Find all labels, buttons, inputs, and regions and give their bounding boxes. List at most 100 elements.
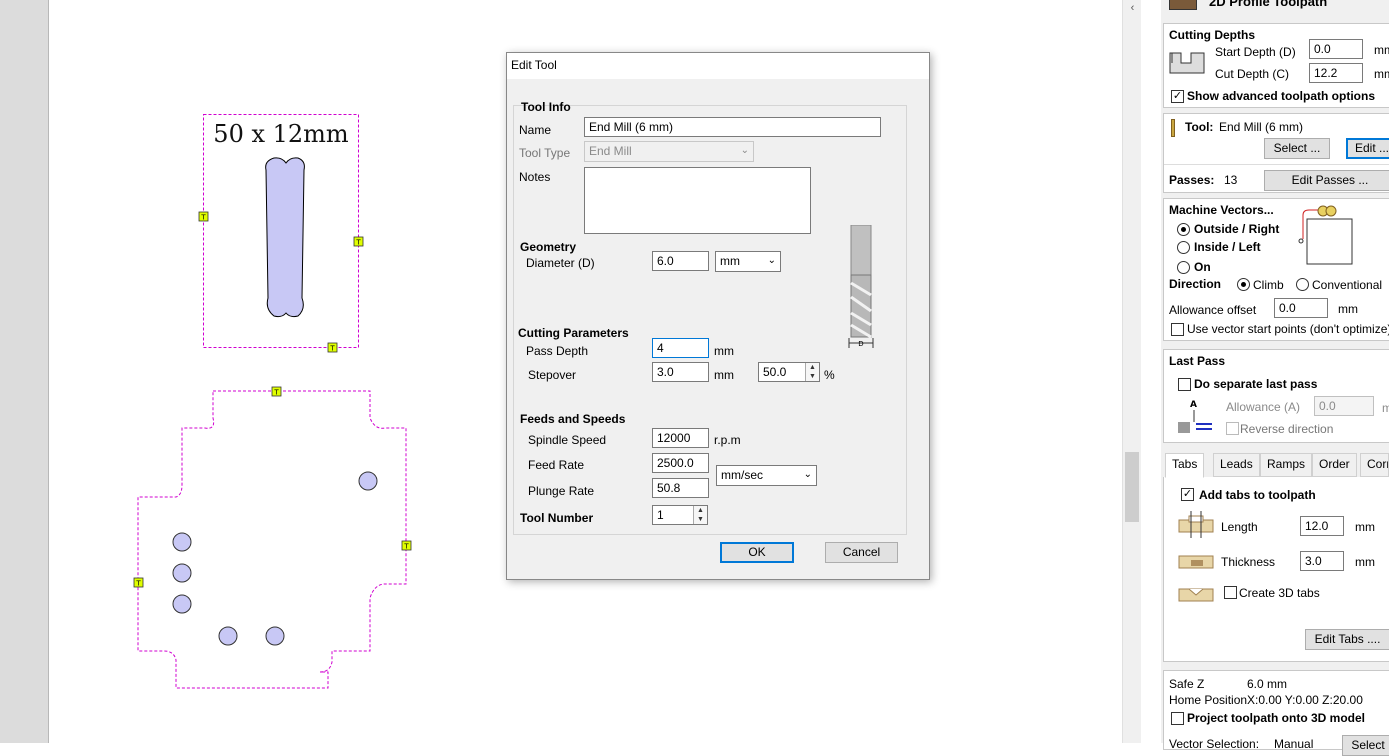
toolpath-options-tabs: Tabs Leads Ramps Order Corners xyxy=(1163,453,1389,478)
hole-circle[interactable] xyxy=(172,563,192,583)
feeds-speeds-heading: Feeds and Speeds xyxy=(520,412,626,426)
show-advanced-label: Show advanced toolpath options xyxy=(1187,89,1376,103)
stepover-percent-value: 50.0 xyxy=(763,365,787,379)
project-toolpath-label: Project toolpath onto 3D model xyxy=(1187,711,1366,725)
tab-order[interactable]: Order xyxy=(1312,453,1357,477)
scroll-left-arrow-icon[interactable]: ‹ xyxy=(1126,2,1139,16)
safe-z-value: 6.0 mm xyxy=(1247,677,1288,691)
ok-button[interactable]: OK xyxy=(720,542,794,563)
pass-depth-label: Pass Depth xyxy=(526,344,589,358)
cut-depth-input[interactable]: 12.2 xyxy=(1309,63,1363,83)
last-pass-heading: Last Pass xyxy=(1169,354,1226,368)
spinner-icon[interactable]: ▲ ▼ xyxy=(693,506,707,524)
edit-passes-button[interactable]: Edit Passes ... xyxy=(1264,170,1389,191)
tab-leads[interactable]: Leads xyxy=(1213,453,1260,477)
separate-last-pass-checkbox[interactable] xyxy=(1178,378,1191,391)
diameter-input[interactable]: 6.0 xyxy=(652,251,709,271)
tool-type-select[interactable]: End Mill ⌄ xyxy=(584,141,754,162)
tab-length-input[interactable]: 12.0 xyxy=(1300,516,1344,536)
slot-shape[interactable] xyxy=(265,157,305,318)
tool-label: Tool: xyxy=(1185,120,1214,134)
tab-corners[interactable]: Corners xyxy=(1360,453,1389,477)
add-tabs-label: Add tabs to toolpath xyxy=(1199,488,1316,502)
left-toolbar-strip xyxy=(0,0,49,743)
pass-depth-input[interactable]: 4 xyxy=(652,338,709,358)
depth-diagram-icon xyxy=(1169,52,1205,74)
tab-marker[interactable]: T xyxy=(327,342,338,353)
allowance-offset-unit: mm xyxy=(1338,302,1358,316)
edit-tabs-button[interactable]: Edit Tabs .... xyxy=(1305,629,1389,650)
vector-select-button[interactable]: Select xyxy=(1342,735,1389,756)
edit-tool-button[interactable]: Edit ... xyxy=(1346,138,1389,159)
inside-left-radio[interactable] xyxy=(1177,241,1190,254)
hole-circle[interactable] xyxy=(265,626,285,646)
last-pass-diagram-icon: A xyxy=(1178,400,1212,433)
svg-text:T: T xyxy=(329,345,335,353)
cancel-button[interactable]: Cancel xyxy=(825,542,898,563)
rate-unit-select[interactable]: mm/sec ⌄ xyxy=(716,465,817,486)
cutting-depths-heading: Cutting Depths xyxy=(1169,28,1255,42)
tab-marker[interactable]: T xyxy=(401,540,412,551)
tab-marker[interactable]: T xyxy=(133,577,144,588)
edit-tool-dialog: Edit Tool Tool Info Name End Mill (6 mm)… xyxy=(506,52,930,580)
tool-name-input[interactable]: End Mill (6 mm) xyxy=(584,117,881,137)
tab-marker[interactable]: T xyxy=(271,386,282,397)
outside-right-radio[interactable] xyxy=(1177,223,1190,236)
show-advanced-checkbox[interactable]: ✓ xyxy=(1171,90,1184,103)
tab-thickness-icon xyxy=(1178,555,1214,569)
tool-number-input[interactable]: 1 ▲ ▼ xyxy=(652,505,708,525)
canvas-scrollbar[interactable]: ‹ xyxy=(1122,0,1141,743)
hole-circle[interactable] xyxy=(172,532,192,552)
on-label: On xyxy=(1194,260,1211,274)
scroll-thumb[interactable] xyxy=(1125,452,1139,522)
last-pass-allowance-input[interactable]: 0.0 xyxy=(1314,396,1374,416)
stepover-percent-symbol: % xyxy=(824,368,835,382)
footer-group: Safe Z 6.0 mm Home Position X:0.00 Y:0.0… xyxy=(1163,670,1389,756)
chevron-down-icon: ⌄ xyxy=(767,255,776,266)
spinner-icon[interactable]: ▲ ▼ xyxy=(805,363,819,381)
allowance-offset-input[interactable]: 0.0 xyxy=(1274,298,1328,318)
svg-text:T: T xyxy=(200,214,206,222)
tab-length-label: Length xyxy=(1221,520,1258,534)
conventional-radio[interactable] xyxy=(1296,278,1309,291)
start-depth-input[interactable]: 0.0 xyxy=(1309,39,1363,59)
feed-rate-input[interactable]: 2500.0 xyxy=(652,453,709,473)
vector-selection-value: Manual xyxy=(1274,737,1314,751)
hole-circle[interactable] xyxy=(172,594,192,614)
stepover-percent-input[interactable]: 50.0 ▲ ▼ xyxy=(758,362,820,382)
outside-right-label: Outside / Right xyxy=(1194,222,1280,236)
tabs-content: ✓ Add tabs to toolpath Length 12.0 mm Th… xyxy=(1163,477,1389,662)
tab-marker[interactable]: T xyxy=(353,236,364,247)
hole-circle[interactable] xyxy=(358,471,378,491)
on-radio[interactable] xyxy=(1177,261,1190,274)
feed-rate-label: Feed Rate xyxy=(528,458,585,472)
select-tool-button[interactable]: Select ... xyxy=(1264,138,1330,159)
diameter-unit-select[interactable]: mm ⌄ xyxy=(715,251,781,272)
spindle-speed-input[interactable]: 12000 xyxy=(652,428,709,448)
reverse-direction-checkbox[interactable] xyxy=(1226,422,1239,435)
panel-title: 2D Profile Toolpath xyxy=(1209,0,1328,9)
tab-length-unit: mm xyxy=(1355,520,1375,534)
plunge-rate-input[interactable]: 50.8 xyxy=(652,478,709,498)
tab-thickness-input[interactable]: 3.0 xyxy=(1300,551,1344,571)
vector-start-points-checkbox[interactable] xyxy=(1171,323,1184,336)
start-depth-unit: mm xyxy=(1374,43,1389,57)
cut-depth-label: Cut Depth (C) xyxy=(1215,67,1290,81)
chevron-down-icon: ⌄ xyxy=(740,145,749,156)
hole-circle[interactable] xyxy=(218,626,238,646)
notes-textarea[interactable] xyxy=(584,167,811,234)
create-3d-tabs-label: Create 3D tabs xyxy=(1239,586,1320,600)
pass-depth-unit: mm xyxy=(714,344,734,358)
project-toolpath-checkbox[interactable] xyxy=(1171,712,1184,725)
climb-label: Climb xyxy=(1253,278,1284,292)
create-3d-tabs-checkbox[interactable] xyxy=(1224,586,1237,599)
add-tabs-checkbox[interactable]: ✓ xyxy=(1181,488,1194,501)
tab-tabs[interactable]: Tabs xyxy=(1165,453,1205,478)
tab-marker[interactable]: T xyxy=(198,211,209,222)
climb-radio[interactable] xyxy=(1237,278,1250,291)
passes-value: 13 xyxy=(1224,173,1238,187)
stepover-input[interactable]: 3.0 xyxy=(652,362,709,382)
tool-type-value: End Mill xyxy=(589,144,632,158)
panel-gap xyxy=(1141,0,1161,743)
tab-ramps[interactable]: Ramps xyxy=(1260,453,1313,477)
